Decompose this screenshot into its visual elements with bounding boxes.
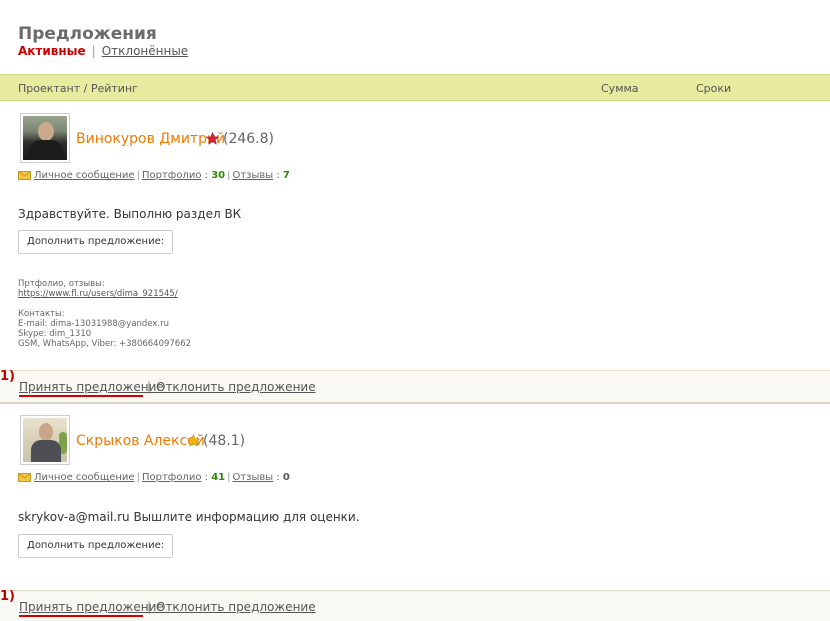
offer-actions: 1) Принять предложение | Отклонить предл… — [0, 589, 830, 621]
decline-offer-link[interactable]: Отклонить предложение — [156, 600, 316, 614]
reviews-count: 7 — [282, 170, 290, 181]
message-link[interactable]: Личное сообщение — [34, 472, 135, 483]
avatar[interactable] — [20, 415, 70, 465]
contact-email: E-mail: dima-13031988@yandex.ru — [18, 319, 170, 329]
tab-declined[interactable]: Отклонённые — [102, 44, 188, 58]
reviews-count: 0 — [282, 472, 290, 483]
reviews-link[interactable]: Отзывы — [232, 170, 273, 181]
annotation-marker: 1) — [0, 589, 15, 604]
decline-offer-link[interactable]: Отклонить предложение — [156, 380, 316, 394]
add-offer-button[interactable]: Дополнить предложение: — [18, 230, 174, 254]
portfolio-url-link[interactable]: https://www.fl.ru/users/dima_921545/ — [18, 289, 191, 299]
column-contractor: Проектант / Рейтинг — [18, 82, 138, 95]
profile-links: Личное сообщение | Портфолио : 30 | Отзывы :… — [18, 170, 290, 181]
envelope-icon — [18, 472, 31, 482]
profile-links: Личное сообщение | Портфолио : 41 | Отзывы :… — [18, 472, 290, 483]
table-header: Проектант / Рейтинг Сумма Сроки — [0, 74, 830, 101]
star-red-icon — [206, 132, 219, 145]
portfolio-label: Пртфолио, отзывы: — [18, 279, 105, 289]
reviews-link[interactable]: Отзывы — [232, 472, 273, 483]
accept-offer-link[interactable]: Принять предложение — [19, 380, 164, 394]
offer-details: Пртфолио, отзывы: https://www.fl.ru/user… — [18, 279, 191, 349]
portfolio-count: 30 — [211, 170, 226, 181]
star-gold-icon — [187, 434, 200, 447]
message-link[interactable]: Личное сообщение — [34, 170, 135, 181]
offer-text: Здравствуйте. Выполню раздел ВК — [18, 207, 242, 221]
tab-separator: | — [91, 44, 96, 58]
offer-tabs: Активные | Отклонённые — [18, 44, 188, 58]
rating-value: (246.8) — [223, 131, 275, 147]
add-offer-button[interactable]: Дополнить предложение: — [18, 534, 174, 558]
column-terms: Сроки — [696, 82, 732, 95]
contact-phone: GSM, WhatsApp, Viber: +380664097662 — [18, 339, 192, 349]
offer-actions: 1) Принять предложение | Отклонить предл… — [0, 369, 830, 404]
envelope-icon — [18, 170, 31, 180]
annotation-underline — [19, 615, 143, 617]
page-title: Предложения — [18, 24, 157, 44]
accept-offer-link[interactable]: Принять предложение — [19, 600, 164, 614]
contact-skype: Skype: dim_1310 — [18, 329, 92, 339]
action-separator: | — [147, 600, 152, 614]
avatar[interactable] — [20, 113, 70, 163]
offer-text: skrykov-a@mail.ru Вышлите информацию для… — [18, 510, 360, 524]
rating-value: (48.1) — [203, 433, 246, 449]
column-sum: Сумма — [601, 82, 639, 95]
portfolio-link[interactable]: Портфолио — [142, 170, 202, 181]
portfolio-link[interactable]: Портфолио — [142, 472, 202, 483]
tab-active[interactable]: Активные — [18, 44, 86, 58]
annotation-underline — [19, 395, 143, 397]
contacts-label: Контакты: — [18, 309, 65, 319]
annotation-marker: 1) — [0, 369, 15, 384]
user-name-link[interactable]: Винокуров Дмитрий — [76, 131, 225, 147]
user-name-link[interactable]: Скрыков Алексей — [76, 433, 205, 449]
action-separator: | — [147, 380, 152, 394]
portfolio-count: 41 — [211, 472, 226, 483]
